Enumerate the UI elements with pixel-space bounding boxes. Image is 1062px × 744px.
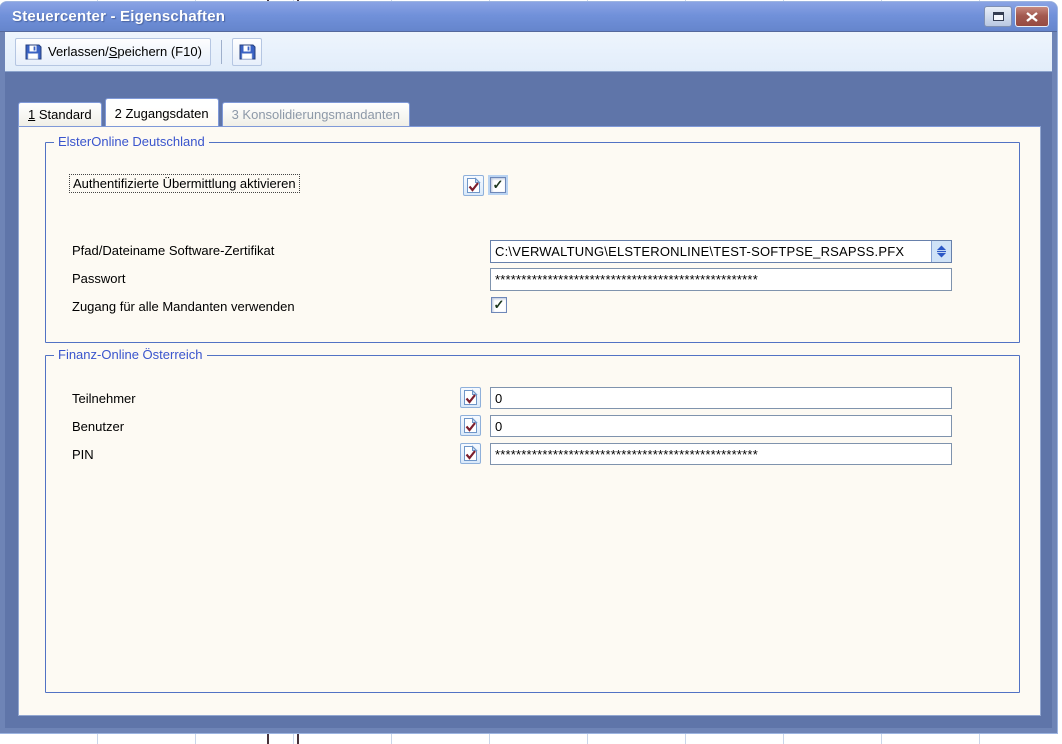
group-finanz-online-oesterreich: Finanz-Online Österreich Teilnehmer 0 Be… — [45, 355, 1020, 693]
floppy-icon — [238, 43, 256, 61]
close-button[interactable] — [1015, 6, 1049, 27]
document-check-icon — [463, 445, 478, 462]
checkmark-icon: ✓ — [494, 297, 505, 312]
benutzer-value: 0 — [491, 419, 951, 434]
group-title: ElsterOnline Deutschland — [54, 134, 209, 149]
group-title: Finanz-Online Österreich — [54, 347, 207, 362]
teilnehmer-default-value-button[interactable] — [460, 387, 481, 408]
cert-path-spinner-button[interactable] — [931, 241, 951, 262]
cert-path-field[interactable]: C:\VERWALTUNG\ELSTERONLINE\TEST-SOFTPSE_… — [490, 240, 952, 263]
document-check-icon — [466, 177, 481, 194]
password-label: Passwort — [72, 271, 125, 286]
all-clients-checkbox[interactable]: ✓ — [491, 297, 507, 313]
window-title: Steuercenter - Eigenschaften — [12, 8, 981, 25]
tab-konsolidierungsmandanten[interactable]: 3 Konsolidierungsmandanten — [222, 102, 410, 126]
tab-strip: 1 Standard 2 Zugangsdaten 3 Konsolidieru… — [18, 98, 413, 126]
teilnehmer-label: Teilnehmer — [72, 391, 136, 406]
tab-panel-zugangsdaten: ElsterOnline Deutschland Authentifiziert… — [18, 126, 1041, 716]
toolbar: Verlassen/Speichern (F10) — [5, 32, 1052, 72]
auth-transmission-checkbox[interactable]: ✓ — [490, 177, 506, 193]
window-interior: 1 Standard 2 Zugangsdaten 3 Konsolidieru… — [5, 72, 1052, 728]
benutzer-label: Benutzer — [72, 419, 124, 434]
steuercenter-window: Steuercenter - Eigenschaften Verlassen/S… — [0, 2, 1057, 733]
titlebar: Steuercenter - Eigenschaften — [0, 2, 1057, 32]
pin-value: ****************************************… — [491, 447, 951, 462]
desktop-background: { "window": { "title": "Steuercenter - E… — [0, 0, 1062, 744]
save-button[interactable] — [232, 38, 262, 66]
password-field[interactable]: ****************************************… — [490, 268, 952, 291]
restore-button[interactable] — [984, 6, 1012, 27]
toolbar-separator — [221, 40, 222, 64]
pin-field[interactable]: ****************************************… — [490, 443, 952, 465]
all-clients-label: Zugang für alle Mandanten verwenden — [72, 299, 295, 314]
cert-path-value: C:\VERWALTUNG\ELSTERONLINE\TEST-SOFTPSE_… — [491, 244, 931, 259]
floppy-save-icon — [24, 43, 42, 61]
tab-zugangsdaten[interactable]: 2 Zugangsdaten — [105, 98, 219, 126]
teilnehmer-field[interactable]: 0 — [490, 387, 952, 409]
benutzer-field[interactable]: 0 — [490, 415, 952, 437]
checkmark-icon: ✓ — [493, 177, 504, 192]
restore-icon — [993, 12, 1004, 21]
save-exit-label: Verlassen/Speichern (F10) — [48, 44, 202, 59]
auth-default-value-button[interactable] — [463, 175, 484, 196]
auth-transmission-label: Authentifizierte Übermittlung aktivieren — [69, 174, 300, 193]
document-check-icon — [463, 417, 478, 434]
group-elsteronline-deutschland: ElsterOnline Deutschland Authentifiziert… — [45, 142, 1020, 343]
password-value: ****************************************… — [491, 272, 951, 287]
document-check-icon — [463, 389, 478, 406]
save-exit-button[interactable]: Verlassen/Speichern (F10) — [15, 38, 211, 66]
up-down-arrows-icon — [936, 245, 947, 258]
close-icon — [1026, 12, 1038, 22]
benutzer-default-value-button[interactable] — [460, 415, 481, 436]
teilnehmer-value: 0 — [491, 391, 951, 406]
cert-path-label: Pfad/Dateiname Software-Zertifikat — [72, 243, 274, 258]
pin-label: PIN — [72, 447, 94, 462]
tab-standard[interactable]: 1 Standard — [18, 102, 102, 126]
pin-default-value-button[interactable] — [460, 443, 481, 464]
